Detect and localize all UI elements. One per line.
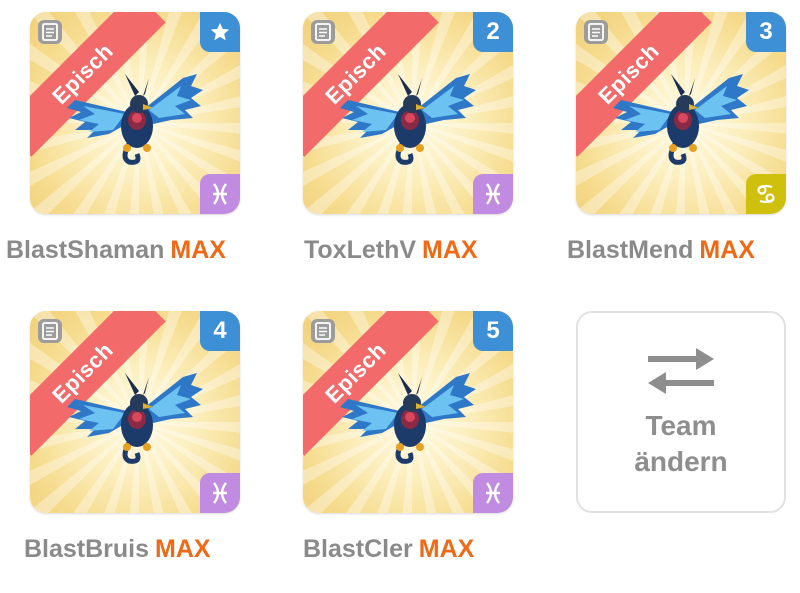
- monster-card[interactable]: Episch: [30, 12, 240, 214]
- leader-badge: [200, 12, 240, 52]
- monster-image: [338, 359, 478, 469]
- change-team-button[interactable]: Team ändern: [576, 311, 786, 513]
- change-team-label: Team ändern: [634, 410, 728, 477]
- star-icon: [210, 22, 230, 41]
- monster-name-label: BlastCler MAX: [303, 535, 475, 563]
- info-icon[interactable]: [311, 319, 335, 343]
- monster-image: [65, 60, 205, 170]
- cancer-icon: [746, 174, 786, 214]
- team-position-badge: 5: [473, 311, 513, 351]
- monster-card[interactable]: Episch 4: [30, 311, 240, 513]
- swap-arrows-icon: [648, 348, 714, 394]
- monster-card[interactable]: Episch 5: [303, 311, 513, 513]
- team-position-badge: 3: [746, 12, 786, 52]
- pisces-icon: [200, 473, 240, 513]
- pisces-icon: [473, 473, 513, 513]
- team-position-badge: 4: [200, 311, 240, 351]
- info-icon[interactable]: [584, 20, 608, 44]
- pisces-icon: [200, 174, 240, 214]
- info-icon[interactable]: [311, 20, 335, 44]
- monster-name-label: BlastMend MAX: [567, 236, 755, 264]
- monster-image: [338, 60, 478, 170]
- monster-image: [611, 60, 751, 170]
- team-position-badge: 2: [473, 12, 513, 52]
- monster-name-label: BlastBruis MAX: [24, 535, 211, 563]
- info-icon[interactable]: [38, 20, 62, 44]
- info-icon[interactable]: [38, 319, 62, 343]
- monster-name-label: ToxLethV MAX: [304, 236, 478, 264]
- pisces-icon: [473, 174, 513, 214]
- monster-card[interactable]: Episch 3: [576, 12, 786, 214]
- monster-card[interactable]: Episch 2: [303, 12, 513, 214]
- monster-image: [65, 359, 205, 469]
- monster-name-label: BlastShaman MAX: [6, 236, 226, 264]
